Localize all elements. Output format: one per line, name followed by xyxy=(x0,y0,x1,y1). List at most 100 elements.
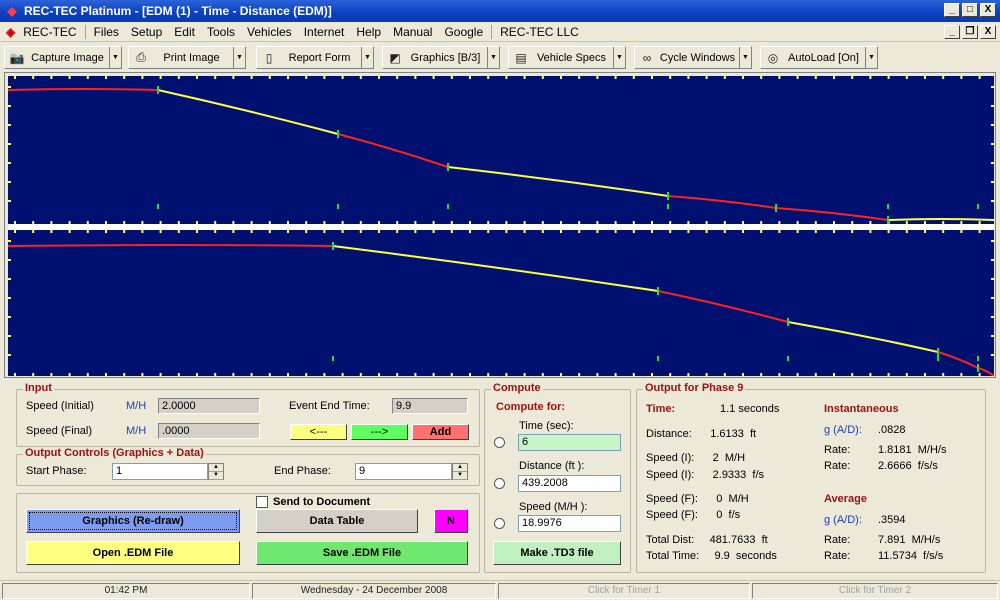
tick-mark xyxy=(68,230,71,233)
menu-tools[interactable]: Tools xyxy=(201,25,241,39)
average-g-value: .3594 xyxy=(878,514,906,526)
report-form-button[interactable]: ▯ Report Form ▼ xyxy=(256,46,374,69)
menu-rec-tec-llc[interactable]: REC-TEC LLC xyxy=(494,25,585,39)
chevron-down-icon[interactable]: ▼ xyxy=(739,47,751,68)
chevron-down-icon[interactable]: ▼ xyxy=(361,47,373,68)
spin-up-icon[interactable]: ▲ xyxy=(209,464,223,472)
close-button[interactable]: X xyxy=(980,3,996,17)
menu-rec-tec[interactable]: REC-TEC xyxy=(17,25,82,39)
vehicle-specs-button[interactable]: ▤ Vehicle Specs ▼ xyxy=(508,46,626,69)
vehicle-specs-label: Vehicle Specs xyxy=(536,51,607,64)
mdi-minimize-button[interactable]: _ xyxy=(944,25,960,39)
speed-radio[interactable] xyxy=(494,518,505,529)
tick-mark xyxy=(359,230,362,233)
time-distance-graph-top[interactable] xyxy=(8,76,994,224)
tick-mark xyxy=(250,373,253,376)
menu-internet[interactable]: Internet xyxy=(298,25,351,39)
print-image-button[interactable]: ⎙ Print Image ▼ xyxy=(128,46,246,69)
tick-mark xyxy=(705,373,708,376)
tick-mark xyxy=(414,76,417,79)
tick-mark xyxy=(887,230,890,233)
speed-final-field[interactable]: .0000 xyxy=(158,423,260,439)
menu-vehicles[interactable]: Vehicles xyxy=(241,25,298,39)
end-phase-stepper[interactable]: ▲ ▼ xyxy=(452,463,468,480)
time-distance-graph-bottom[interactable] xyxy=(8,230,994,376)
menu-edit[interactable]: Edit xyxy=(168,25,201,39)
minimize-button[interactable]: _ xyxy=(944,3,960,17)
save-edm-file-button[interactable]: Save .EDM File xyxy=(256,541,468,565)
phase-segment xyxy=(337,133,449,168)
average-rate2-value: 11.5734 f/s/s xyxy=(878,550,944,562)
add-phase-button[interactable]: Add xyxy=(412,424,469,440)
output-time-label: Time: xyxy=(646,403,676,415)
graphics-button[interactable]: ◩ Graphics [B/3] ▼ xyxy=(382,46,500,69)
menu-help[interactable]: Help xyxy=(350,25,387,39)
menu-google[interactable]: Google xyxy=(438,25,489,39)
tick-mark xyxy=(105,76,107,79)
phase-tick xyxy=(667,204,669,209)
event-end-time-field[interactable]: 9.9 xyxy=(392,398,468,414)
distance-radio[interactable] xyxy=(494,478,505,489)
spin-down-icon[interactable]: ▼ xyxy=(209,472,223,480)
tick-mark xyxy=(287,76,289,79)
tick-mark xyxy=(651,373,653,376)
mdi-close-button[interactable]: X xyxy=(980,25,996,39)
tick-mark xyxy=(723,76,726,79)
n-button[interactable]: N xyxy=(434,509,468,533)
capture-image-button[interactable]: 📷 Capture Image ▼ xyxy=(4,46,122,69)
speed-mh-input[interactable]: 18.9976 xyxy=(518,515,621,532)
make-td3-file-button[interactable]: Make .TD3 file xyxy=(493,541,621,565)
tick-mark xyxy=(232,230,235,233)
tick-mark xyxy=(177,76,180,79)
spin-down-icon[interactable]: ▼ xyxy=(453,472,467,480)
graphics-label: Graphics [B/3] xyxy=(410,51,481,64)
end-phase-input[interactable]: 9 xyxy=(355,463,452,480)
chevron-down-icon[interactable]: ▼ xyxy=(865,47,877,68)
next-phase-button[interactable]: ---> xyxy=(351,424,408,440)
graphics-redraw-button[interactable]: Graphics (Re-draw) xyxy=(26,509,240,533)
menu-separator xyxy=(84,24,86,39)
start-phase-input[interactable]: 1 xyxy=(112,463,208,480)
tick-mark xyxy=(991,335,994,337)
data-table-button[interactable]: Data Table xyxy=(256,509,418,533)
chevron-down-icon[interactable]: ▼ xyxy=(487,47,499,68)
tick-mark xyxy=(323,373,326,376)
menu-files[interactable]: Files xyxy=(88,25,125,39)
cycle-windows-button[interactable]: ∞ Cycle Windows ▼ xyxy=(634,46,752,69)
tick-mark xyxy=(578,76,581,79)
tick-mark xyxy=(991,316,994,318)
phase-segment xyxy=(887,218,994,221)
time-sec-input[interactable]: 6 xyxy=(518,434,621,451)
time-radio[interactable] xyxy=(494,437,505,448)
maximize-button[interactable]: □ xyxy=(962,3,978,17)
spin-up-icon[interactable]: ▲ xyxy=(453,464,467,472)
mdi-restore-button[interactable]: ❐ xyxy=(962,25,978,39)
tick-mark xyxy=(177,230,180,233)
timer-1-button[interactable]: Click for Timer 1 xyxy=(498,582,750,599)
tick-mark xyxy=(905,373,908,376)
instantaneous-rate2-label: Rate: xyxy=(824,460,851,472)
average-g-label: g (A/D): xyxy=(824,514,862,526)
previous-phase-button[interactable]: <--- xyxy=(290,424,347,440)
tick-mark xyxy=(8,124,11,126)
speed-initial-field[interactable]: 2.0000 xyxy=(158,398,260,414)
timer-2-button[interactable]: Click for Timer 2 xyxy=(752,582,998,599)
chevron-down-icon[interactable]: ▼ xyxy=(109,47,121,68)
start-phase-stepper[interactable]: ▲ ▼ xyxy=(208,463,224,480)
tick-mark xyxy=(541,373,544,376)
tick-mark xyxy=(232,76,235,79)
tick-mark xyxy=(50,230,53,233)
distance-ft-input[interactable]: 439.2008 xyxy=(518,475,621,492)
tick-mark xyxy=(991,200,994,202)
tick-mark xyxy=(268,230,271,233)
menu-manual[interactable]: Manual xyxy=(387,25,438,39)
tick-mark xyxy=(924,76,926,79)
chevron-down-icon[interactable]: ▼ xyxy=(613,47,625,68)
tick-mark xyxy=(942,230,945,233)
chevron-down-icon[interactable]: ▼ xyxy=(233,47,245,68)
open-edm-file-button[interactable]: Open .EDM File xyxy=(26,541,240,565)
autoload-button[interactable]: ◎ AutoLoad [On] ▼ xyxy=(760,46,878,69)
send-to-document-checkbox[interactable] xyxy=(256,496,268,508)
tick-mark xyxy=(505,230,508,233)
menu-setup[interactable]: Setup xyxy=(125,25,168,39)
